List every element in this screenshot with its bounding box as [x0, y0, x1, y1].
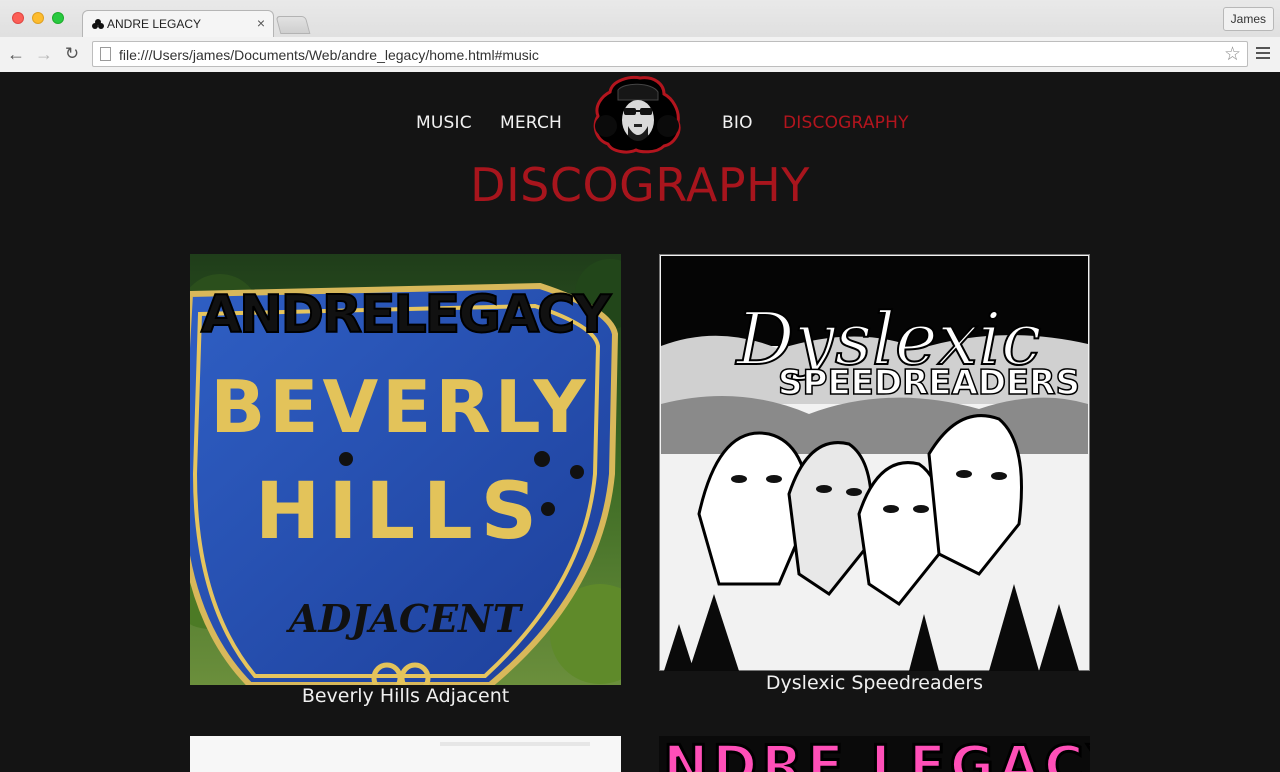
album-cover-fourth[interactable]: ANDRE LEGACY [659, 736, 1090, 772]
zoom-window-button[interactable] [52, 12, 64, 24]
album-cover-dyslexic-speedreaders[interactable]: Dyslexic SPEEDREADERS [659, 254, 1090, 671]
page-title: DISCOGRAPHY [470, 158, 810, 212]
address-bar[interactable]: file:///Users/james/Documents/Web/andre_… [92, 41, 1248, 67]
menu-icon[interactable] [1256, 44, 1272, 64]
forward-arrow-icon[interactable]: → [34, 44, 54, 64]
nav-bio[interactable]: BIO [722, 113, 753, 133]
profile-button[interactable]: James [1222, 7, 1274, 31]
tab-title: ANDRE LEGACY [107, 17, 202, 31]
tab-close-icon[interactable]: × [257, 15, 265, 31]
page-content: MUSIC MERCH BIO DISCOGRAPHY DISCOGRAPHY [0, 72, 1280, 772]
reload-icon[interactable]: ↻ [62, 44, 82, 64]
album-art-text: HILLS [255, 467, 545, 557]
url-text[interactable]: file:///Users/james/Documents/Web/andre_… [119, 47, 539, 63]
album-art-text: SPEEDREADERS [778, 363, 1080, 403]
browser-toolbar: ← → ↻ file:///Users/james/Documents/Web/… [0, 37, 1280, 72]
browser-tab[interactable]: ANDRE LEGACY × [82, 10, 274, 37]
album-cover-third[interactable] [190, 736, 621, 772]
andre-legacy-logo[interactable] [590, 74, 684, 154]
album-art-text: ADJACENT [286, 596, 524, 641]
favicon-icon [92, 19, 104, 29]
browser-chrome: ANDRE LEGACY × James ← → ↻ file:///Users… [0, 0, 1280, 72]
album-title[interactable]: Beverly Hills Adjacent [190, 685, 621, 707]
bookmark-star-icon[interactable]: ☆ [1224, 43, 1241, 66]
new-tab-button[interactable] [275, 16, 311, 34]
page-icon [100, 47, 111, 61]
album-title[interactable]: Dyslexic Speedreaders [659, 672, 1090, 694]
album-cover-beverly-hills-adjacent[interactable]: ANDRELEGACY BEVERLY HILLS ADJACENT [190, 254, 621, 685]
minimize-window-button[interactable] [32, 12, 44, 24]
album-art-text: ANDRELEGACY [201, 285, 612, 345]
nav-music[interactable]: MUSIC [416, 113, 472, 133]
album-art-text: ANDRE LEGACY [659, 736, 1090, 772]
album-art-text: BEVERLY [210, 365, 589, 449]
nav-discography[interactable]: DISCOGRAPHY [783, 113, 909, 133]
nav-merch[interactable]: MERCH [500, 113, 562, 133]
close-window-button[interactable] [12, 12, 24, 24]
back-arrow-icon[interactable]: ← [6, 44, 26, 64]
